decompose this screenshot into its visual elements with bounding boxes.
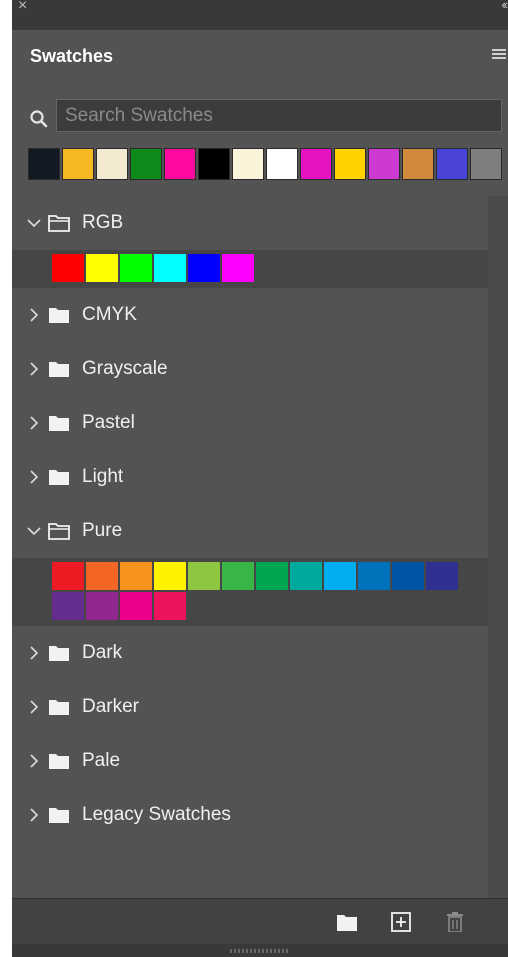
swatch-group-label: Pure <box>82 520 123 541</box>
color-swatch[interactable] <box>120 562 152 590</box>
recent-swatch[interactable] <box>334 148 366 180</box>
color-swatch[interactable] <box>154 562 186 590</box>
swatch-group-row[interactable]: Legacy Swatches <box>12 788 488 842</box>
swatch-group-label: Pale <box>82 750 121 771</box>
color-swatch[interactable] <box>188 562 220 590</box>
new-folder-icon[interactable] <box>336 912 358 932</box>
color-swatch[interactable] <box>120 592 152 620</box>
folder-icon <box>49 808 69 823</box>
recent-swatch[interactable] <box>266 148 298 180</box>
swatch-group-row[interactable]: RGB <box>12 196 488 250</box>
folder-open-icon <box>48 523 70 540</box>
chevron-right-icon[interactable] <box>26 308 42 322</box>
folder-icon <box>49 754 69 769</box>
color-swatch[interactable] <box>86 254 118 282</box>
swatch-group-label: Pastel <box>82 412 135 433</box>
chevron-right-icon[interactable] <box>26 416 42 430</box>
recent-swatch[interactable] <box>164 148 196 180</box>
collapse-icon[interactable]: ‹‹ <box>501 0 508 13</box>
color-swatch[interactable] <box>222 254 254 282</box>
color-swatch[interactable] <box>120 254 152 282</box>
color-swatch[interactable] <box>52 592 84 620</box>
swatch-group-label: Legacy Swatches <box>82 804 231 825</box>
swatch-group-row[interactable]: CMYK <box>12 288 488 342</box>
panel-menu-icon[interactable] <box>492 49 506 61</box>
folder-icon <box>49 700 69 715</box>
chevron-right-icon[interactable] <box>26 470 42 484</box>
folder-icon <box>49 308 69 323</box>
recent-swatch[interactable] <box>436 148 468 180</box>
color-swatch[interactable] <box>256 562 288 590</box>
color-swatch[interactable] <box>392 562 424 590</box>
color-swatch[interactable] <box>290 562 322 590</box>
tab-label: Swatches <box>30 46 114 66</box>
scrollbar-track[interactable] <box>488 196 508 898</box>
folder-icon <box>49 416 69 431</box>
recent-swatch[interactable] <box>232 148 264 180</box>
chevron-down-icon[interactable] <box>26 218 42 228</box>
chevron-right-icon[interactable] <box>26 754 42 768</box>
color-swatch[interactable] <box>86 592 118 620</box>
recent-swatch[interactable] <box>62 148 94 180</box>
color-swatch[interactable] <box>426 562 458 590</box>
color-swatch[interactable] <box>154 254 186 282</box>
swatch-group-label: CMYK <box>82 304 137 325</box>
search-icon <box>30 110 48 128</box>
swatch-group-row[interactable]: Pastel <box>12 396 488 450</box>
folder-icon <box>49 470 69 485</box>
color-swatch[interactable] <box>154 592 186 620</box>
swatch-group-row[interactable]: Grayscale <box>12 342 488 396</box>
swatch-group-row[interactable]: Dark <box>12 626 488 680</box>
color-swatch[interactable] <box>86 562 118 590</box>
recent-swatch[interactable] <box>96 148 128 180</box>
swatches-panel: × ‹‹ Swatches RGB CMYK Grayscale Pastel Ligh… <box>12 0 508 957</box>
chevron-right-icon[interactable] <box>26 362 42 376</box>
recent-swatch[interactable] <box>198 148 230 180</box>
swatch-group-label: RGB <box>82 212 124 233</box>
color-swatch[interactable] <box>52 254 84 282</box>
chevron-right-icon[interactable] <box>26 808 42 822</box>
color-swatch[interactable] <box>52 562 84 590</box>
swatch-group-label: Darker <box>82 696 140 717</box>
chevron-right-icon[interactable] <box>26 700 42 714</box>
recent-swatch[interactable] <box>368 148 400 180</box>
chevron-right-icon[interactable] <box>26 646 42 660</box>
swatch-group-row[interactable]: Pure <box>12 504 488 558</box>
swatch-group-row[interactable]: Light <box>12 450 488 504</box>
swatch-group-row[interactable]: Pale <box>12 734 488 788</box>
folder-icon <box>49 362 69 377</box>
recent-swatches-row <box>28 148 504 182</box>
trash-icon[interactable] <box>444 912 466 932</box>
tab-swatches[interactable]: Swatches <box>16 30 144 82</box>
color-swatch[interactable] <box>358 562 390 590</box>
recent-swatch[interactable] <box>28 148 60 180</box>
swatch-group-label: Light <box>82 466 124 487</box>
folder-open-icon <box>48 215 70 232</box>
recent-swatch[interactable] <box>402 148 434 180</box>
panel-titlebar: × ‹‹ <box>12 0 508 30</box>
recent-swatch[interactable] <box>300 148 332 180</box>
swatch-group-row[interactable]: Darker <box>12 680 488 734</box>
chevron-down-icon[interactable] <box>26 526 42 536</box>
swatch-group-label: Dark <box>82 642 123 663</box>
swatch-group-list: RGB CMYK Grayscale Pastel Light Pure Dark Darke… <box>12 196 488 898</box>
close-icon[interactable]: × <box>18 0 32 14</box>
color-swatch[interactable] <box>188 254 220 282</box>
resize-grip[interactable] <box>230 949 290 953</box>
swatch-strip <box>12 558 488 626</box>
swatch-strip <box>12 250 488 288</box>
new-swatch-icon[interactable] <box>390 912 412 932</box>
folder-icon <box>49 646 69 661</box>
recent-swatch[interactable] <box>130 148 162 180</box>
color-swatch[interactable] <box>324 562 356 590</box>
color-swatch[interactable] <box>222 562 254 590</box>
swatch-group-label: Grayscale <box>82 358 168 379</box>
search-input[interactable] <box>56 99 502 132</box>
panel-footer <box>12 898 508 945</box>
recent-swatch[interactable] <box>470 148 502 180</box>
